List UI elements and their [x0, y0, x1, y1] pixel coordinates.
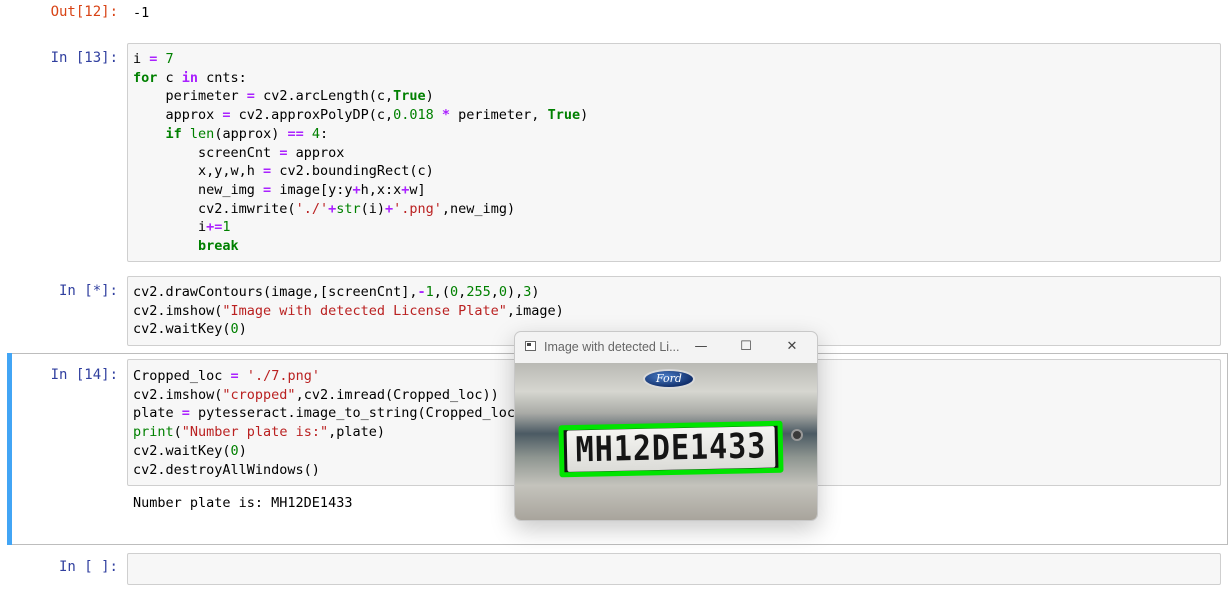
window-titlebar[interactable]: Image with detected Li... — ☐ ✕: [515, 332, 817, 362]
input-prompt-13: In [13]:: [50, 50, 118, 66]
input-prompt-empty: In [ ]:: [58, 559, 118, 575]
license-plate-image: Ford MH12DE1433: [515, 363, 817, 520]
code-cell-running-source[interactable]: cv2.drawContours(image,[screenCnt],-1,(0…: [133, 283, 564, 339]
output-text-12: -1: [133, 5, 150, 21]
close-button[interactable]: ✕: [769, 332, 815, 362]
screw-icon: [791, 429, 803, 441]
input-prompt-running: In [*]:: [58, 283, 118, 299]
input-prompt-14: In [14]:: [50, 367, 118, 383]
code-cell-empty[interactable]: [127, 553, 1221, 585]
output-prompt-12: Out[12]:: [50, 4, 118, 20]
plate-number: MH12DE1433: [566, 426, 776, 472]
ford-logo: Ford: [643, 369, 695, 389]
maximize-button[interactable]: ☐: [723, 332, 769, 362]
minimize-button[interactable]: —: [678, 332, 724, 362]
code-cell-13-source[interactable]: i = 7 for c in cnts: perimeter = cv2.arc…: [133, 50, 588, 256]
window-title: Image with detected Li...: [544, 340, 680, 354]
window-app-icon: [525, 341, 536, 351]
detected-contour: MH12DE1433: [558, 420, 784, 478]
image-window[interactable]: Image with detected Li... — ☐ ✕ Ford MH1…: [514, 331, 818, 521]
cell-14-output: Number plate is: MH12DE1433: [133, 495, 353, 511]
